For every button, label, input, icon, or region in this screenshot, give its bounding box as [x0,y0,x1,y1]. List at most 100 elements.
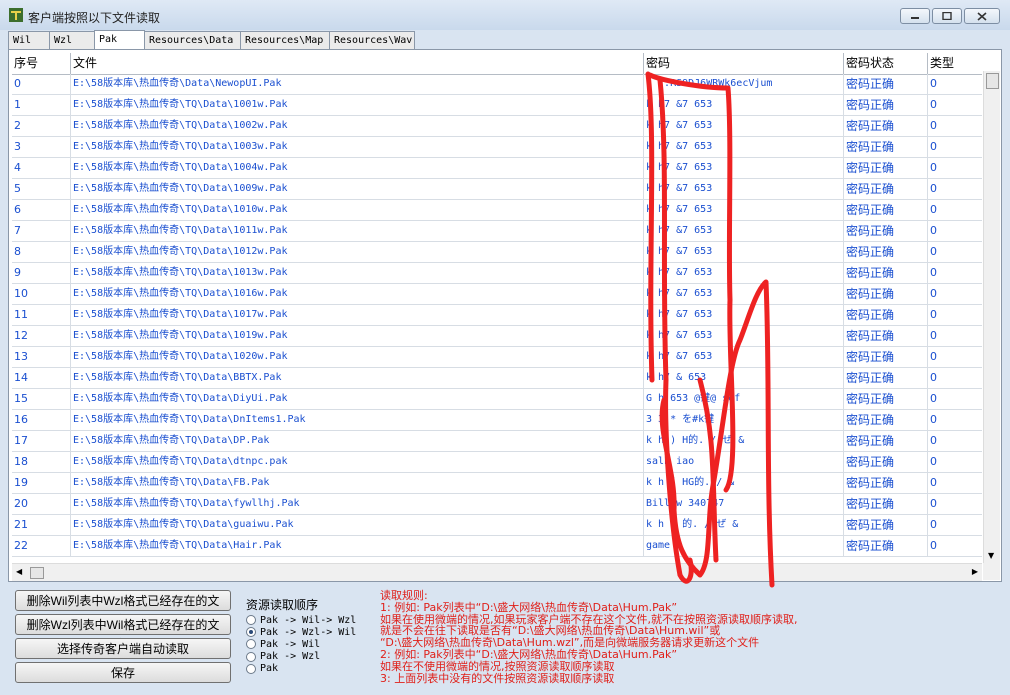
row-index: 5 [12,179,71,200]
resource-order-option-label: Pak -> Wil-> Wzl [260,614,357,626]
table-row[interactable]: 5 E:\58版本库\热血传奇\TQ\Data\1009w.Pak k h7 &7 … [12,179,982,200]
delete-wil-duplicates-button[interactable]: 删除Wil列表中Wzl格式已经存在的文件 [15,590,231,627]
table-row[interactable]: 12 E:\58版本库\热血传奇\TQ\Data\1019w.Pak k h7 &7… [12,326,982,347]
rule-line: 2: 例如: Pak列表中“D:\盛大网络\热血传奇\Data\Hum.Pak” [380,647,678,661]
tab-wil[interactable]: Wil [8,31,50,49]
row-password: k h ) H的. / ぜ & [644,431,844,452]
row-file: E:\58版本库\热血传奇\TQ\Data\1004w.Pak [71,158,644,179]
row-password: salh iao [644,452,844,473]
header-type[interactable]: 类型 [928,53,982,74]
row-file: E:\58版本库\热血传奇\TQ\Data\1019w.Pak [71,326,644,347]
table-row[interactable]: 13 E:\58版本库\热血传奇\TQ\Data\1020w.Pak k h7 &7… [12,347,982,368]
scroll-right-icon[interactable]: ▶ [972,567,978,576]
row-index: 17 [12,431,71,452]
row-index: 14 [12,368,71,389]
table-row[interactable]: 7 E:\58版本库\热血传奇\TQ\Data\1011w.Pak k h7 &7 … [12,221,982,242]
row-password: 3 3 * を#k键 [644,410,844,431]
resource-order-option[interactable]: Pak -> Wzl [246,651,320,663]
minimize-icon [911,17,919,19]
radio-unselected-icon[interactable] [246,663,256,674]
row-password-status: 密码正确 [844,179,928,200]
table-row[interactable]: 8 E:\58版本库\热血传奇\TQ\Data\1012w.Pak k h7 &7 … [12,242,982,263]
table-row[interactable]: 11 E:\58版本库\热血传奇\TQ\Data\1017w.Pak k h7 &7… [12,305,982,326]
resource-order-option-label: Pak [260,663,279,675]
tab-resources-wav[interactable]: Resources\Wav [329,31,415,49]
row-file: E:\58版本库\热血传奇\TQ\Data\1003w.Pak [71,137,644,158]
scroll-down-icon[interactable]: ▼ [988,551,994,560]
table-row[interactable]: 22 E:\58版本库\热血传奇\TQ\Data\Hair.Pak game i 密码… [12,536,982,557]
scroll-thumb[interactable] [986,73,999,89]
row-password-status: 密码正确 [844,200,928,221]
table-row[interactable]: 10 E:\58版本库\热血传奇\TQ\Data\1016w.Pak k h7 &7… [12,284,982,305]
delete-wzl-duplicates-button[interactable]: 删除Wzl列表中Wil格式已经存在的文件 [15,614,231,651]
resource-order-option[interactable]: Pak [246,663,278,675]
tab-strip: Wil Wzl Pak Resources\Data Resources\Map… [8,30,415,50]
save-button[interactable]: 保存 [15,662,231,683]
table-header: 序号 文件 密码 密码状态 类型 [12,53,982,75]
radio-selected-icon[interactable] [246,627,256,638]
row-index: 7 [12,221,71,242]
resource-order-option[interactable]: Pak -> Wil-> Wzl [246,614,356,626]
row-password: k h7 &7 653 [644,347,844,368]
row-password: k h7 &7 653 [644,158,844,179]
table-row[interactable]: 4 E:\58版本库\热血传奇\TQ\Data\1004w.Pak k h7 &7 … [12,158,982,179]
maximize-button[interactable] [932,8,962,24]
table-row[interactable]: 19 E:\58版本库\热血传奇\TQ\Data\FB.Pak k h ( HG的.… [12,473,982,494]
row-type: 0 [928,410,982,431]
horizontal-scrollbar[interactable]: ◀ ▶ [12,563,982,581]
radio-unselected-icon[interactable] [246,639,256,650]
resource-order-option[interactable]: Pak -> Wzl-> Wil [246,626,356,638]
table-row[interactable]: 3 E:\58版本库\热血传奇\TQ\Data\1003w.Pak k h7 &7 … [12,137,982,158]
table-row[interactable]: 0 E:\58版本库\热血传奇\Data\NewopUI.Pak z T:RS9DJ… [12,74,982,95]
tab-resources-data[interactable]: Resources\Data [144,31,241,49]
table-row[interactable]: 6 E:\58版本库\热血传奇\TQ\Data\1010w.Pak k h7 &7 … [12,200,982,221]
row-password-status: 密码正确 [844,284,928,305]
row-type: 0 [928,389,982,410]
table-row[interactable]: 18 E:\58版本库\热血传奇\TQ\Data\dtnpc.pak salh ia… [12,452,982,473]
row-index: 20 [12,494,71,515]
header-index[interactable]: 序号 [12,53,71,74]
resource-order-option-label: Pak -> Wzl [260,651,321,663]
table-row[interactable]: 17 E:\58版本库\热血传奇\TQ\Data\DP.Pak k h ) H的. … [12,431,982,452]
row-index: 4 [12,158,71,179]
header-password-status[interactable]: 密码状态 [844,53,928,74]
horizontal-scroll-thumb[interactable] [30,567,44,579]
header-password[interactable]: 密码 [644,53,844,74]
tab-pak[interactable]: Pak [94,30,145,50]
minimize-button[interactable] [900,8,930,24]
row-file: E:\58版本库\热血传奇\TQ\Data\DiyUi.Pak [71,389,644,410]
row-type: 0 [928,368,982,389]
row-password: k h ) 的. / ぜ & [644,515,844,536]
tab-resources-map[interactable]: Resources\Map [240,31,330,49]
table-row[interactable]: 1 E:\58版本库\热血传奇\TQ\Data\1001w.Pak k h7 &7 … [12,95,982,116]
row-file: E:\58版本库\热血传奇\TQ\Data\1016w.Pak [71,284,644,305]
tab-wzl[interactable]: Wzl [49,31,95,49]
row-password: k h7 &7 653 [644,200,844,221]
row-password: k h7 &7 653 [644,179,844,200]
row-file: E:\58版本库\热血传奇\TQ\Data\1010w.Pak [71,200,644,221]
row-password-status: 密码正确 [844,347,928,368]
table-row[interactable]: 9 E:\58版本库\热血传奇\TQ\Data\1013w.Pak k h7 &7 … [12,263,982,284]
select-client-auto-read-button[interactable]: 选择传奇客户端自动读取 [15,638,231,659]
radio-unselected-icon[interactable] [246,651,256,662]
header-file[interactable]: 文件 [71,53,644,74]
row-file: E:\58版本库\热血传奇\TQ\Data\guaiwu.Pak [71,515,644,536]
table-row[interactable]: 14 E:\58版本库\热血传奇\TQ\Data\BBTX.Pak k h7 & 6… [12,368,982,389]
radio-unselected-icon[interactable] [246,615,256,625]
table-row[interactable]: 20 E:\58版本库\热血传奇\TQ\Data\fywllhj.Pak Bill … [12,494,982,515]
scroll-left-icon[interactable]: ◀ [16,567,22,576]
row-password: k h7 &7 653 [644,305,844,326]
row-password-status: 密码正确 [844,494,928,515]
table-row[interactable]: 2 E:\58版本库\热血传奇\TQ\Data\1002w.Pak k h7 &7 … [12,116,982,137]
close-button[interactable] [964,8,1000,24]
row-file: E:\58版本库\热血传奇\TQ\Data\BBTX.Pak [71,368,644,389]
table-row[interactable]: 15 E:\58版本库\热血传奇\TQ\Data\DiyUi.Pak G h 65… [12,389,982,410]
resource-order-option[interactable]: Pak -> Wil [246,638,320,650]
row-password-status: 密码正确 [844,95,928,116]
row-index: 1 [12,95,71,116]
vertical-scrollbar[interactable]: ▼ [983,71,1000,563]
table-row[interactable]: 21 E:\58版本库\热血传奇\TQ\Data\guaiwu.Pak k h ) … [12,515,982,536]
row-index: 12 [12,326,71,347]
row-password: k h7 &7 653 [644,137,844,158]
table-row[interactable]: 16 E:\58版本库\热血传奇\TQ\Data\DnItems1.Pak 3 3… [12,410,982,431]
